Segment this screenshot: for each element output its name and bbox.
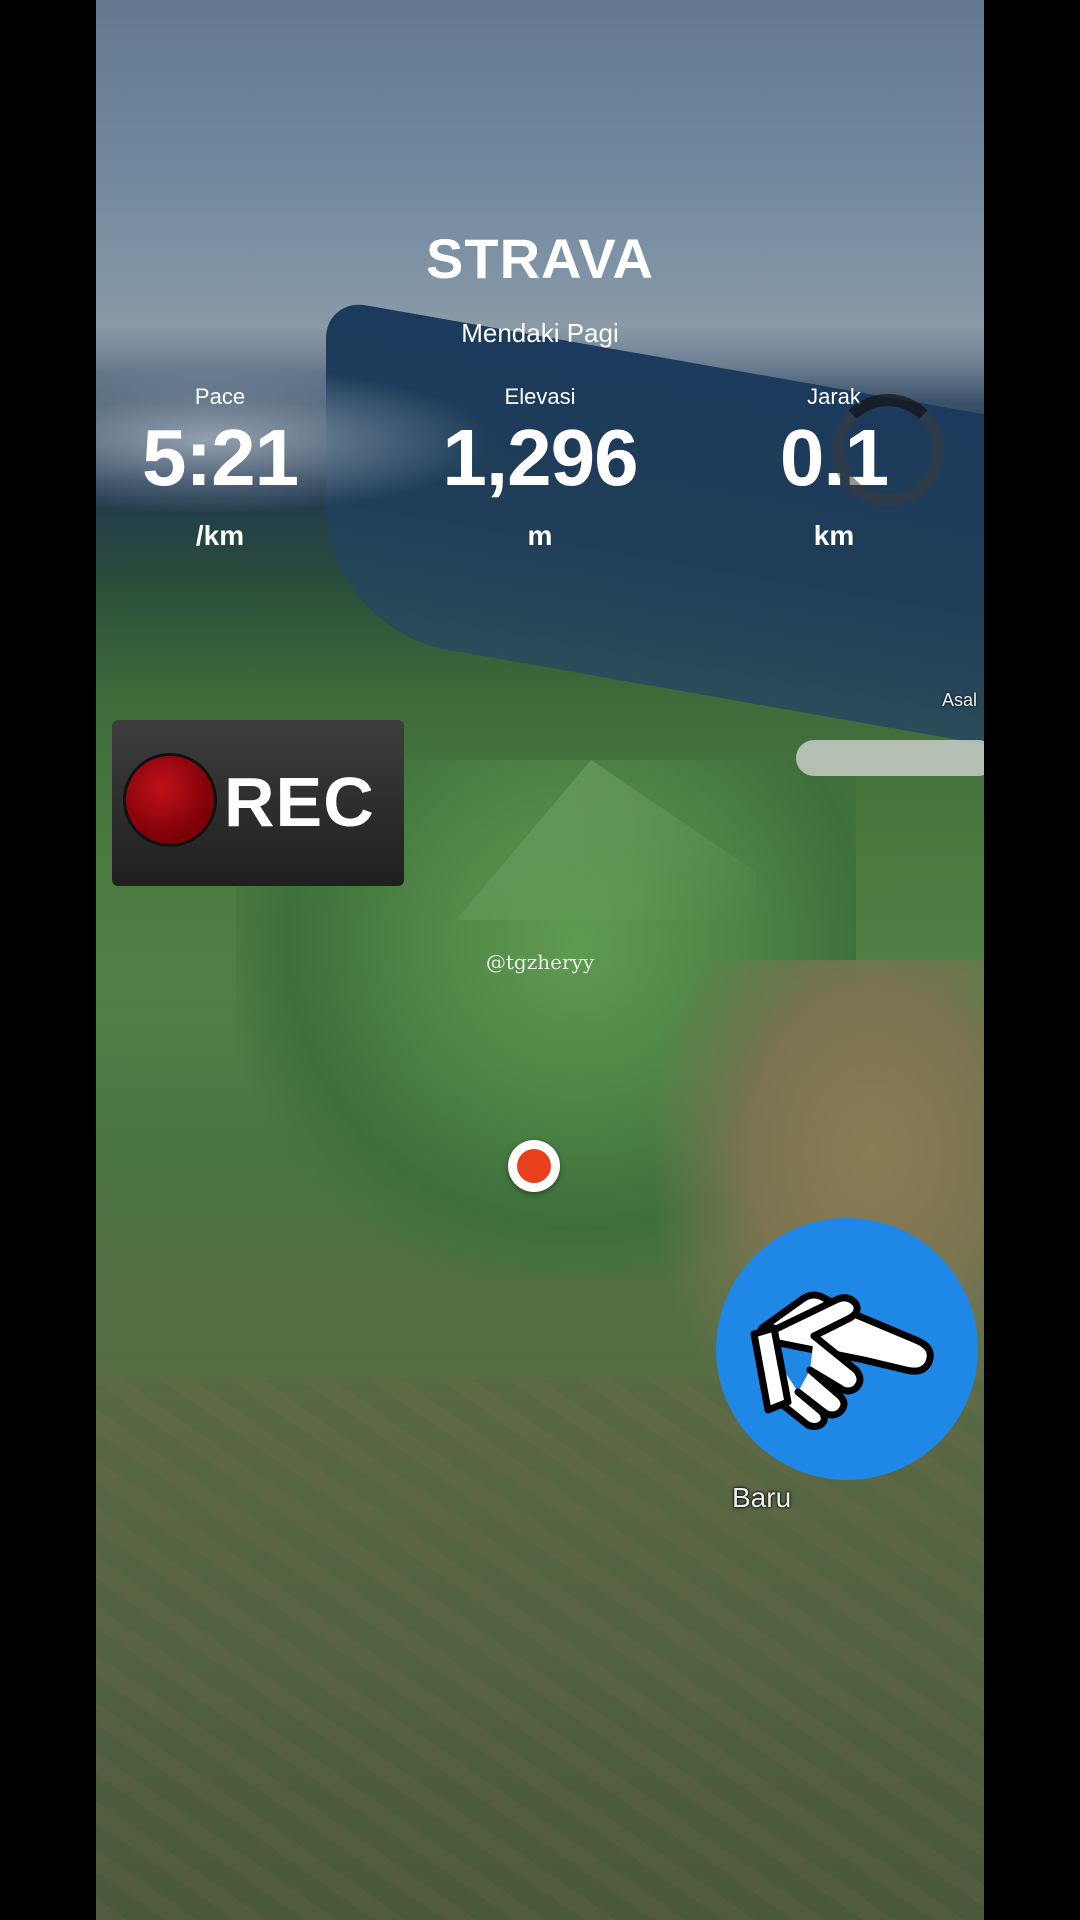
stat-label: Jarak <box>807 384 861 409</box>
activity-title: Mendaki Pagi <box>461 318 619 348</box>
stat-value: 1,296 <box>442 413 638 502</box>
stat-label: Elevasi <box>504 384 576 409</box>
strava-logo: STRAVA <box>426 227 654 290</box>
rec-label: REC <box>224 763 375 841</box>
stat-pace: Pace 5:21 /km <box>96 384 350 552</box>
rec-badge: REC <box>112 720 404 886</box>
pointing-hand-icon <box>750 1291 934 1430</box>
location-marker-icon <box>508 1140 560 1192</box>
record-dot-icon <box>126 756 214 844</box>
lake-shape <box>796 740 984 776</box>
watermark: @tgzheryy <box>485 950 595 974</box>
stat-value: 5:21 <box>141 413 299 502</box>
pointer-button[interactable] <box>716 1218 978 1480</box>
stat-unit: km <box>813 520 855 551</box>
stat-elevation: Elevasi 1,296 m <box>410 384 670 552</box>
map-label-baru: Baru <box>732 1482 792 1513</box>
stat-unit: /km <box>195 520 245 551</box>
stat-unit: m <box>527 520 553 551</box>
video-frame: STRAVA Mendaki Pagi Pace 5:21 /km Elevas… <box>96 0 984 1920</box>
map-label-asal: Asal <box>942 690 978 710</box>
spinner-icon <box>832 394 944 506</box>
stat-label: Pace <box>194 384 246 409</box>
